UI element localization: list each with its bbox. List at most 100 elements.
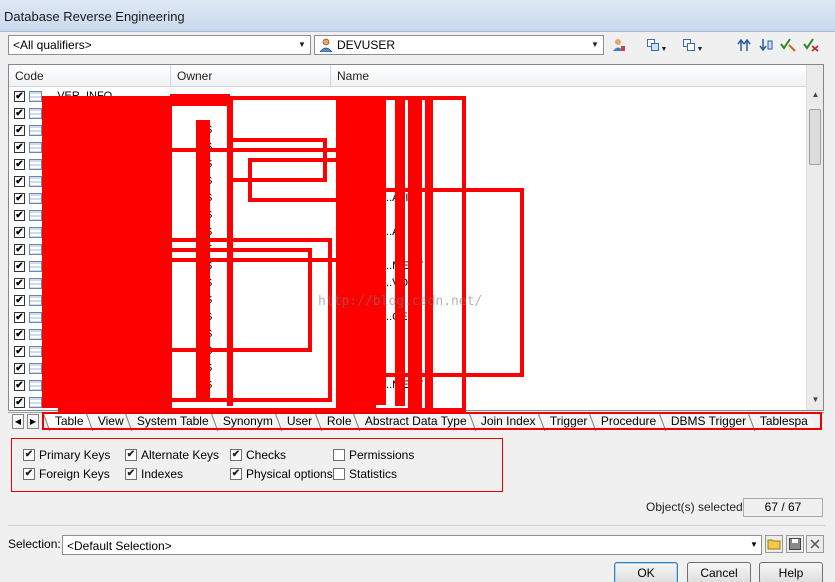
tab-system-table[interactable]: System Table — [125, 413, 218, 431]
cell-owner: US — [197, 158, 213, 170]
tab-trigger[interactable]: Trigger — [537, 413, 596, 431]
column-header-code[interactable]: Code — [9, 65, 171, 87]
ok-button[interactable]: OK — [614, 562, 678, 582]
row-checkbox[interactable]: ✔ — [14, 261, 25, 272]
option-checkbox[interactable]: ✔ — [23, 449, 35, 461]
table-row[interactable]: ✔ A...DILAR US — [9, 139, 806, 156]
help-button[interactable]: Help — [759, 562, 823, 582]
uncheck-all-icon — [803, 38, 819, 52]
table-row[interactable]: ✔ ...MS... US — [9, 343, 806, 360]
table-row[interactable]: ✔ A... US — [9, 156, 806, 173]
tab-scroll-left-icon[interactable]: ◀ — [12, 414, 24, 429]
row-checkbox[interactable]: ✔ — [14, 346, 25, 357]
tab-tablespa[interactable]: Tablespa — [747, 413, 817, 431]
options-group: ✔ Primary Keys ✔ Foreign Keys ✔ Alternate Key… — [11, 438, 503, 492]
option-checkbox[interactable]: ✔ — [125, 468, 137, 480]
option-checkbox[interactable]: ✔ — [230, 468, 242, 480]
column-header-name[interactable]: Name — [331, 65, 806, 87]
move-up-button[interactable] — [733, 35, 755, 55]
cell-code: ... — [45, 243, 55, 255]
owner-select[interactable]: DEVUSER ▼ — [314, 35, 604, 55]
filter-button[interactable]: ▼ — [642, 35, 672, 55]
tab-dbms-trigger[interactable]: DBMS Trigger — [658, 413, 755, 431]
option-checkbox[interactable] — [333, 468, 345, 480]
tab-procedure[interactable]: Procedure — [589, 413, 666, 431]
table-row[interactable]: ✔... US — [9, 360, 806, 377]
table-row[interactable]: ✔ ...CMS...TURES — [9, 394, 806, 410]
row-checkbox[interactable]: ✔ — [14, 363, 25, 374]
row-checkbox[interactable]: ✔ — [14, 159, 25, 170]
table-row[interactable]: ✔... US ...A — [9, 224, 806, 241]
tab-synonym[interactable]: Synonym — [211, 413, 282, 431]
cell-code: ... — [45, 277, 55, 289]
object-list[interactable]: Code Owner Name ✔ ....VER_INFO ✔... ✔ A... US… — [8, 64, 824, 411]
column-header-owner[interactable]: Owner — [171, 65, 331, 87]
move-down-button[interactable] — [755, 35, 777, 55]
vertical-scrollbar[interactable]: ▲ ▼ — [806, 65, 823, 410]
tab-table[interactable]: Table — [42, 413, 92, 431]
scroll-up-icon[interactable]: ▲ — [807, 87, 823, 103]
row-checkbox[interactable]: ✔ — [14, 108, 25, 119]
row-checkbox[interactable]: ✔ — [14, 295, 25, 306]
tab-abstract-data-type[interactable]: Abstract Data Type — [353, 413, 476, 431]
row-checkbox[interactable]: ✔ — [14, 176, 25, 187]
row-checkbox[interactable]: ✔ — [14, 278, 25, 289]
row-checkbox[interactable]: ✔ — [14, 244, 25, 255]
qualifier-select[interactable]: <All qualifiers> ▼ — [8, 35, 311, 55]
copy-button[interactable]: ▼ — [678, 35, 708, 55]
option-checkbox[interactable]: ✔ — [230, 449, 242, 461]
row-checkbox[interactable]: ✔ — [14, 193, 25, 204]
row-checkbox[interactable]: ✔ — [14, 142, 25, 153]
table-row[interactable]: ✔ ....VER_INFO — [9, 88, 806, 105]
table-row[interactable]: ✔ A... US — [9, 122, 806, 139]
table-row[interactable]: ✔ ...MS... US — [9, 326, 806, 343]
table-icon — [29, 329, 42, 340]
tab-label: View — [97, 414, 124, 428]
table-row[interactable]: ✔... US — [9, 241, 806, 258]
table-row[interactable]: ✔... — [9, 105, 806, 122]
scroll-down-icon[interactable]: ▼ — [807, 392, 823, 408]
tab-label: System Table — [137, 414, 210, 428]
option-label: Foreign Keys — [39, 467, 110, 481]
option-checkbox[interactable]: ✔ — [125, 449, 137, 461]
row-checkbox[interactable]: ✔ — [14, 380, 25, 391]
row-checkbox[interactable]: ✔ — [14, 227, 25, 238]
row-checkbox[interactable]: ✔ — [14, 125, 25, 136]
selection-select[interactable]: <Default Selection> ▼ — [62, 535, 762, 555]
save-selection-button[interactable] — [786, 535, 804, 553]
table-row[interactable]: ✔... US ...VOD — [9, 275, 806, 292]
table-row[interactable]: ✔ A... US ...ATIO — [9, 190, 806, 207]
cell-code: ... — [45, 226, 55, 238]
deselect-all-button[interactable] — [800, 35, 822, 55]
table-row[interactable]: ✔... US — [9, 173, 806, 190]
objects-selected-label: Object(s) selected: — [646, 500, 747, 514]
cell-code: A... — [45, 124, 62, 136]
row-checkbox[interactable]: ✔ — [14, 312, 25, 323]
tab-label: Table — [54, 414, 84, 428]
tab-user[interactable]: User — [275, 413, 321, 431]
table-icon — [29, 363, 42, 374]
close-icon — [810, 539, 820, 549]
table-row[interactable]: ✔ CMS...MME... US ...MENT — [9, 377, 806, 394]
row-checkbox[interactable]: ✔ — [14, 397, 25, 408]
select-user-button[interactable] — [608, 35, 630, 55]
open-selection-button[interactable] — [765, 535, 783, 553]
table-row[interactable]: ✔... US ...CE — [9, 309, 806, 326]
row-checkbox[interactable]: ✔ — [14, 329, 25, 340]
row-checkbox[interactable]: ✔ — [14, 210, 25, 221]
table-icon — [29, 346, 42, 357]
tab-label: Join Index — [481, 414, 536, 428]
option-checkbox[interactable] — [333, 449, 345, 461]
tab-scroll-right-icon[interactable]: ▶ — [27, 414, 39, 429]
table-icon — [29, 244, 42, 255]
option-checkbox[interactable]: ✔ — [23, 468, 35, 480]
tab-join-index[interactable]: Join Index — [468, 413, 545, 431]
scroll-thumb[interactable] — [809, 109, 821, 165]
cancel-button[interactable]: Cancel — [687, 562, 751, 582]
table-row[interactable]: ✔ ...MS... US ...MENT — [9, 258, 806, 275]
table-row[interactable]: ✔ A... US — [9, 207, 806, 224]
select-all-button[interactable] — [777, 35, 799, 55]
table-icon — [29, 312, 42, 323]
delete-selection-button[interactable] — [806, 535, 824, 553]
row-checkbox[interactable]: ✔ — [14, 91, 25, 102]
